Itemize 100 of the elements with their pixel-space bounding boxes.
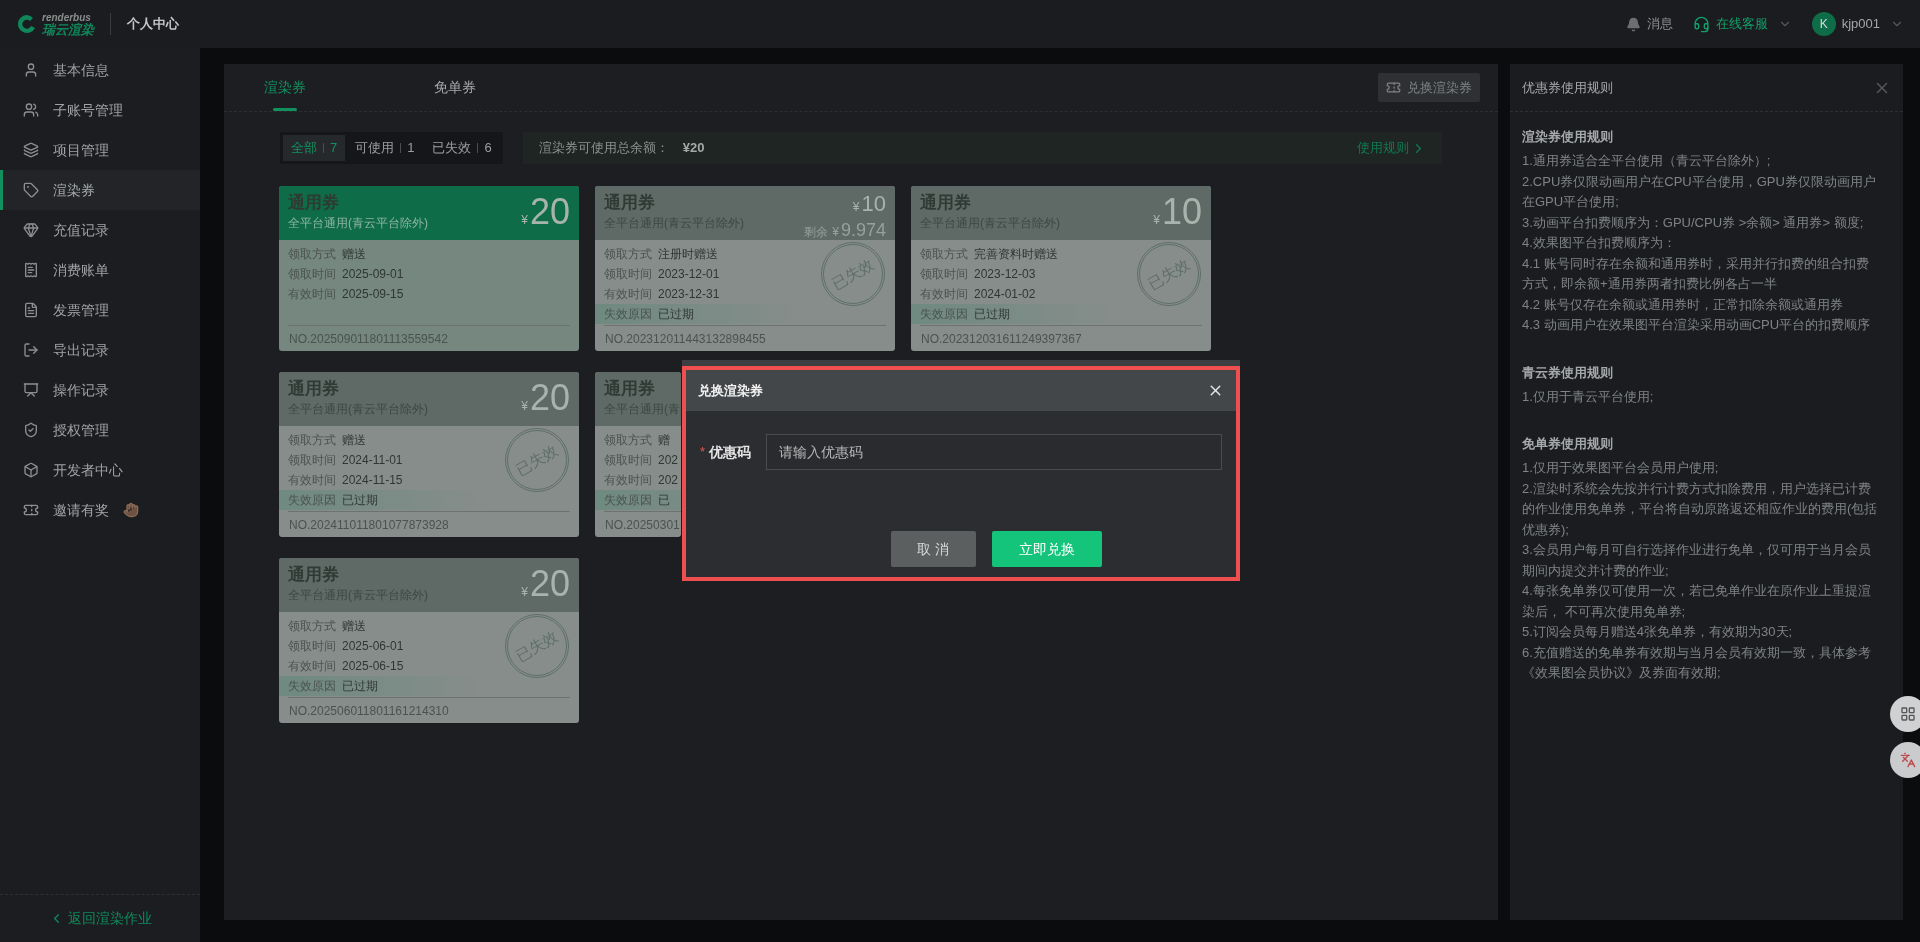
field-label: 领取时间 [604,452,652,469]
dialog-title: 兑换渲染券 [698,381,763,400]
field-label: 有效时间 [920,286,968,303]
messages-link[interactable]: 消息 [1625,14,1673,34]
translate-icon [1900,752,1916,768]
field-label: 有效时间 [288,472,336,489]
rule-text: 1.仅用于青云平台使用; [1522,387,1655,406]
field-value: 已过期 [342,678,378,695]
sidebar-item[interactable]: 开发者中心 [0,450,200,490]
shield-icon [23,422,39,438]
rule-text: 3.会员用户每月可自行选择作业进行免单，仅可用于当月会员期间内提交并计费的作业; [1522,541,1872,580]
field-value: 已过期 [658,306,694,323]
headset-icon [1692,15,1710,33]
coupon-code-input[interactable]: 请输入优惠码 [766,434,1222,470]
hand-icon [123,502,139,518]
exit-icon [23,342,39,358]
rule-text: 4.效果图平台扣费顺序为： [1522,234,1677,252]
coupon-amount: ¥20 [521,192,570,234]
field-value: 赠送 [342,618,366,635]
coupon-amount: ¥20 [521,564,570,606]
field-value: 2024-11-15 [342,472,403,489]
section-heading: 渲染券使用规则 [1522,128,1614,146]
coupon-amount: ¥10 [1153,192,1202,234]
sidebar-item[interactable]: 授权管理 [0,410,200,450]
sidebar-item[interactable]: 消费账单 [0,250,200,290]
cancel-button[interactable]: 取 消 [890,531,976,567]
field-label: 有效时间 [604,286,652,303]
field-label: 领取时间 [604,266,652,283]
rule-text: 2.CPU券仅限动画用户在CPU平台使用，GPU券仅限动画用户在GPU平台使用; [1522,172,1877,211]
coupon-amount: ¥10 [852,192,886,218]
field-value: 2024-01-02 [974,286,1036,303]
exchange-button[interactable]: 兑换渲染券 [1378,73,1480,102]
rule-text: 1.仅用于效果图平台会员用户使用; [1522,459,1720,477]
sidebar-item[interactable]: 渲染券 [0,170,200,210]
page-title: 个人中心 [127,15,179,34]
field-label: 领取时间 [288,638,336,655]
cube-icon [23,462,39,478]
field-value: 202 [658,472,679,489]
sidebar-item[interactable]: 充值记录 [0,210,200,250]
field-value: 完善资料时赠送 [974,246,1058,263]
field-label: 领取方式 [920,246,968,263]
ticket-icon [23,502,39,518]
bell-icon [1625,16,1641,32]
sidebar-item[interactable]: 发票管理 [0,290,200,330]
field-value: 赠送 [342,246,366,263]
user-icon [23,62,39,78]
sidebar-item[interactable]: 基本信息 [0,50,200,90]
logo[interactable]: renderbus 瑞云渲染 [16,12,94,36]
avatar: K [1811,12,1836,36]
monitor-icon [23,382,39,398]
brand-tagline: renderbus [42,12,92,23]
balance-label: 渲染券可使用总余额： [538,139,669,158]
sidebar-item[interactable]: 邀请有奖 [0,490,200,530]
field-label: 领取方式 [288,618,336,635]
filter-tab[interactable]: 可使用 1 [347,135,423,161]
tag-icon [23,182,39,198]
field-label: 领取时间 [288,452,336,469]
field-value: 2024-11-01 [342,452,403,469]
user-menu[interactable]: K kjp001 [1811,12,1904,36]
rule-text: 3.动画平台扣费顺序为：GPU/CPU券 >余额> 通用券> 额度; [1522,213,1865,232]
field-value: 赠送 [342,432,366,449]
field-label: 优惠码 [709,442,753,462]
coupon-number: NO.20250301 [605,516,680,534]
field-value: 已过期 [342,492,378,509]
users-icon [23,102,39,118]
filter-tab[interactable]: 已失效 6 [424,135,500,161]
field-label: 领取方式 [288,432,336,449]
field-value: 2025-06-01 [342,638,404,655]
brand-name: 瑞云渲染 [42,22,94,36]
gem-icon [23,222,39,238]
field-value: 2025-06-15 [342,658,404,675]
tab[interactable]: 渲染券 [264,63,306,111]
section-heading: 免单券使用规则 [1522,435,1614,453]
sidebar-item[interactable]: 项目管理 [0,130,200,170]
field-value: 2023-12-03 [974,266,1036,283]
field-label: 有效时间 [288,658,336,675]
rule-text: 4.2 账号仅存在余额或通用券时，正常扣除余额或通用券 [1522,295,1844,314]
coupon-amount: ¥20 [521,378,570,420]
rule-text: 2.渲染时系统会先按并行计费方式扣除费用，用户选择已计费的作业使用免单券，平台将自动原路返还相应作业的费用(包括优惠券); [1522,479,1879,539]
receipt-icon [23,262,39,278]
support-menu[interactable]: 在线客服 [1692,14,1792,34]
field-value: 已 [658,492,670,509]
required-mark: * [700,443,706,462]
back-link[interactable]: 返回渲染作业 [48,908,152,929]
ticket-icon [1386,80,1401,95]
field-value: 202 [658,452,679,469]
field-label: 领取方式 [604,432,652,449]
grid-icon [1900,706,1916,722]
rule-text: 5.订阅会员每月赠送4张免单券，有效期为30天; [1522,623,1794,641]
tab[interactable]: 免单券 [434,63,476,111]
field-value: 2023-12-31 [658,286,720,303]
sidebar-item[interactable]: 操作记录 [0,370,200,410]
layers-icon [23,142,39,158]
coupon-subtitle: 全平台通用(青云平台除外) [288,215,428,232]
coupon-number: NO.202312011443132898455 [605,330,766,348]
sidebar-item[interactable]: 导出记录 [0,330,200,370]
filter-tab[interactable]: 全部 7 [283,135,346,161]
sidebar-item[interactable]: 子账号管理 [0,90,200,130]
field-value: 注册时赠送 [658,246,718,263]
balance-value: ¥20 [682,139,705,158]
